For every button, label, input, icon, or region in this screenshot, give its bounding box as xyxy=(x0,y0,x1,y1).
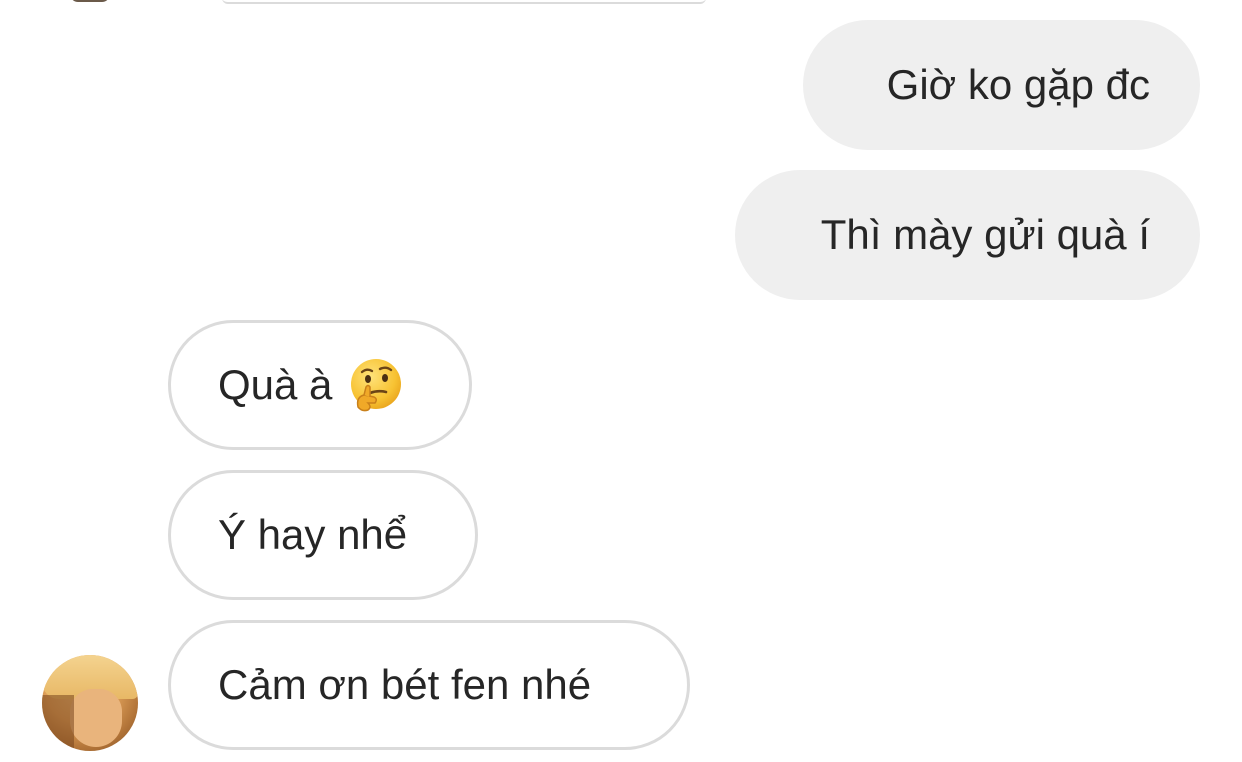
message-bubble-outgoing[interactable]: Thì mày gửi quà í xyxy=(735,170,1200,300)
message-text: Cảm ơn bét fen nhé xyxy=(218,661,592,708)
previous-avatar-edge xyxy=(70,0,110,2)
previous-message-bubble-edge xyxy=(222,0,706,4)
message-text: Quà à xyxy=(218,361,333,408)
message-bubble-outgoing[interactable]: Giờ ko gặp đc xyxy=(803,20,1200,150)
message-bubble-incoming[interactable]: Ý hay nhể xyxy=(168,470,478,600)
message-text: Giờ ko gặp đc xyxy=(886,61,1150,108)
message-bubble-incoming[interactable]: Cảm ơn bét fen nhé xyxy=(168,620,690,750)
avatar-shade xyxy=(42,695,74,751)
thinking-face-icon xyxy=(348,357,404,413)
message-text: Ý hay nhể xyxy=(218,511,408,558)
message-bubble-incoming[interactable]: Quà à xyxy=(168,320,472,450)
avatar[interactable] xyxy=(42,655,138,751)
avatar-face xyxy=(70,689,122,747)
message-text: Thì mày gửi quà í xyxy=(820,211,1150,258)
